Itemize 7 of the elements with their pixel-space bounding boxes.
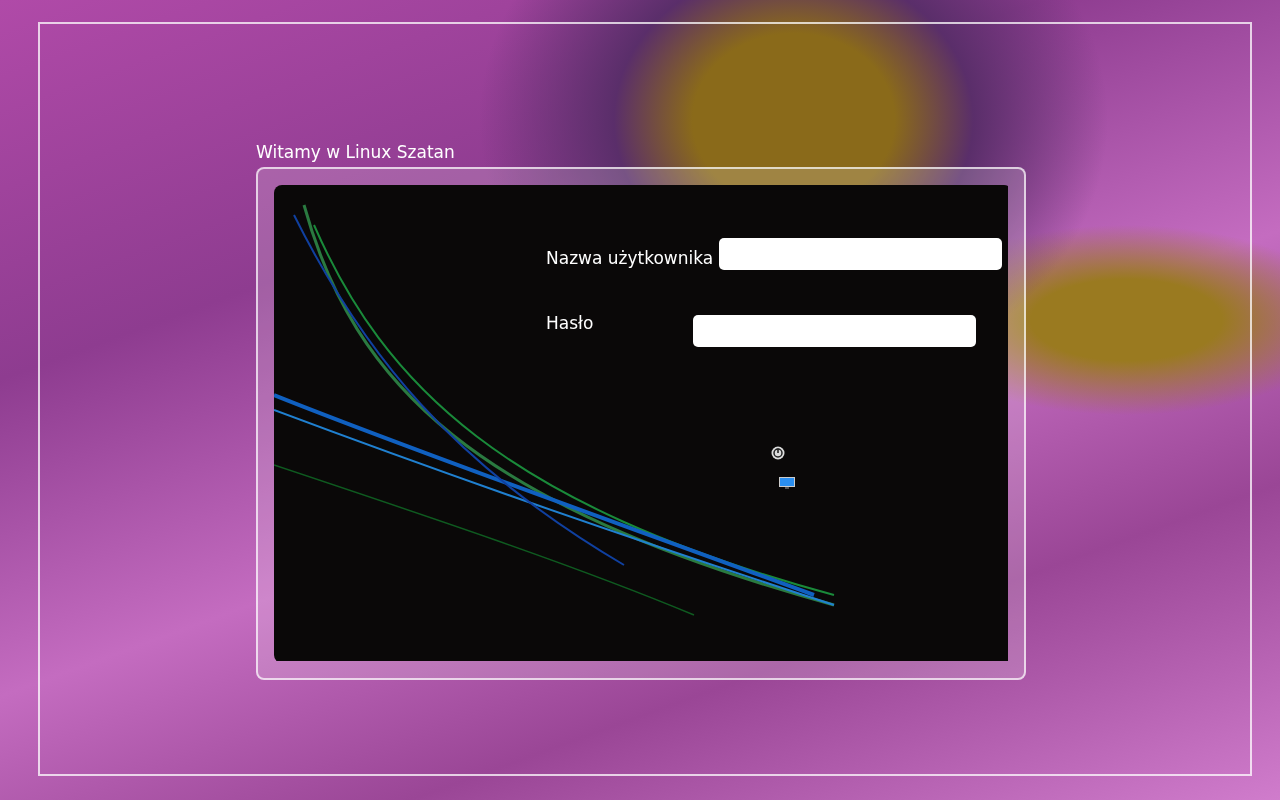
username-field[interactable] (719, 238, 1003, 270)
password-field[interactable] (693, 315, 977, 347)
field-label: Nazwa użytkownika (546, 248, 714, 268)
welcome-title: Witamy w Linux Szatan (256, 141, 455, 164)
monitor-icon[interactable] (779, 477, 795, 489)
power-icon[interactable] (771, 446, 785, 460)
field-label: Hasło (546, 313, 594, 333)
